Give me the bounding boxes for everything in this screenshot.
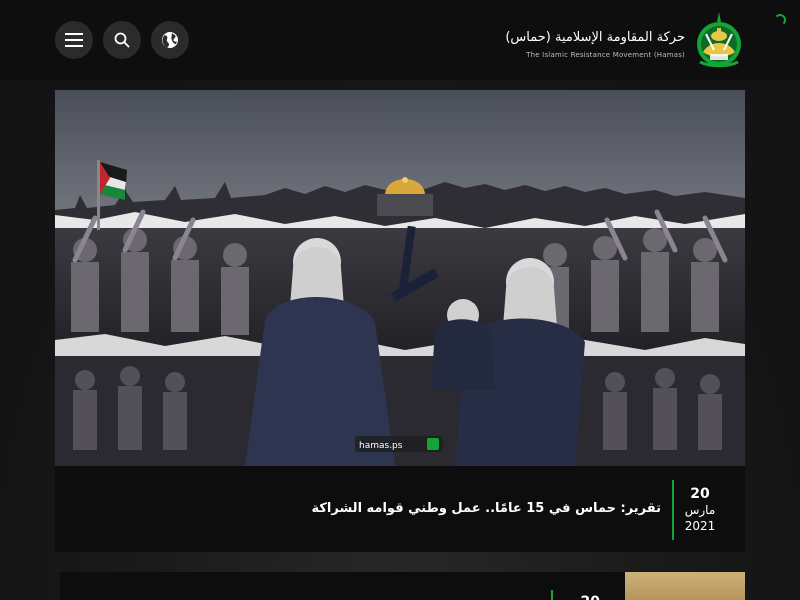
article-date: 20 مارس 2021 <box>674 486 726 534</box>
article-date-year: 2021 <box>684 519 716 533</box>
brand-name-english: The Islamic Resistance Movement (Hamas) <box>526 51 685 59</box>
next-article-card[interactable]: 20 <box>60 572 745 600</box>
language-button[interactable] <box>151 21 189 59</box>
next-article-date-day: 20 <box>581 594 600 600</box>
featured-image-illustration: hamas.ps <box>55 90 745 466</box>
page: حركة المقاومة الإسلامية (حماس) The Islam… <box>0 0 800 600</box>
search-icon <box>114 32 130 48</box>
brand-name-arabic: حركة المقاومة الإسلامية (حماس) <box>505 30 685 45</box>
date-divider <box>551 590 553 600</box>
featured-article-image[interactable]: hamas.ps <box>55 90 745 466</box>
loading-spinner-icon <box>774 14 786 26</box>
search-button[interactable] <box>103 21 141 59</box>
article-date-day: 20 <box>690 486 710 502</box>
featured-article-caption: 20 مارس 2021 تقرير: حماس في 15 عامًا.. ع… <box>55 466 745 552</box>
menu-button[interactable] <box>55 21 93 59</box>
image-watermark: hamas.ps <box>359 441 403 451</box>
globe-icon <box>162 32 178 48</box>
next-article-image[interactable] <box>625 572 745 600</box>
site-brand[interactable]: حركة المقاومة الإسلامية (حماس) The Islam… <box>505 29 685 59</box>
date-divider <box>672 480 674 540</box>
article-date-month: مارس <box>684 503 716 517</box>
featured-article-card[interactable]: hamas.ps 20 مارس 2021 تقرير: حماس في 15 … <box>55 90 745 552</box>
hamas-logo[interactable] <box>692 10 746 68</box>
featured-article-headline[interactable]: تقرير: حماس في 15 عامًا.. عمل وطني قوامه… <box>311 501 661 516</box>
menu-icon <box>65 33 83 47</box>
site-header: حركة المقاومة الإسلامية (حماس) The Islam… <box>0 0 800 80</box>
